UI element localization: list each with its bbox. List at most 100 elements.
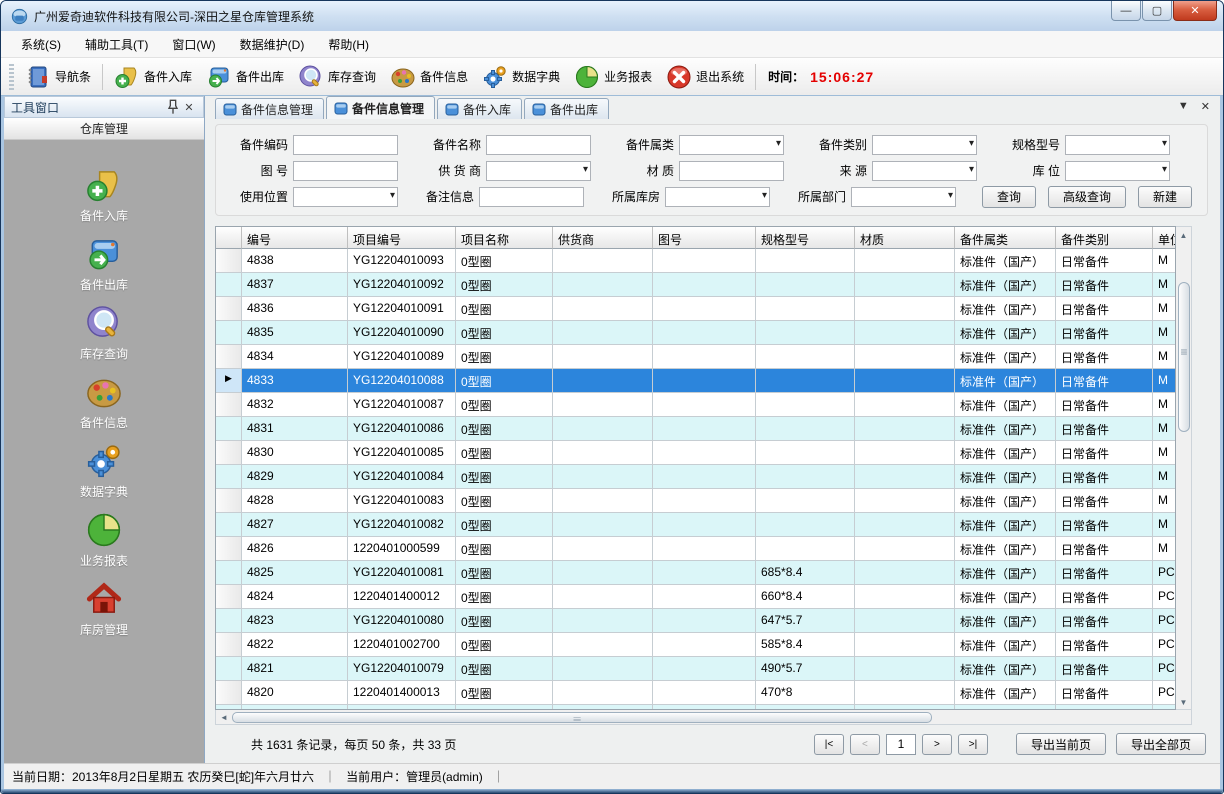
pin-icon[interactable] <box>165 99 181 115</box>
column-header-3[interactable]: 供货商 <box>553 227 653 249</box>
row-selector[interactable] <box>216 561 242 585</box>
toolbar-button-parts-info[interactable]: 备件信息 <box>383 61 475 93</box>
maximize-button[interactable]: ▢ <box>1142 1 1172 21</box>
column-header-9[interactable]: 单位 <box>1153 227 1176 249</box>
minimize-button[interactable]: — <box>1111 1 1141 21</box>
row-selector[interactable] <box>216 417 242 441</box>
table-row[interactable]: 4834YG122040100890型圈标准件（国产）日常备件M <box>216 345 1175 369</box>
advanced-query-button[interactable]: 高级查询 <box>1048 186 1126 208</box>
table-row[interactable]: 482612204010005990型圈标准件（国产）日常备件M <box>216 537 1175 561</box>
tab-3[interactable]: 备件出库 <box>524 98 609 119</box>
table-row[interactable]: 4827YG122040100820型圈标准件（国产）日常备件M <box>216 513 1175 537</box>
column-header-2[interactable]: 项目名称 <box>456 227 553 249</box>
sidebar-item-parts-out[interactable]: 备件出库 <box>4 235 204 304</box>
sidebar-item-report[interactable]: 业务报表 <box>4 511 204 580</box>
row-selector[interactable] <box>216 513 242 537</box>
search-input[interactable] <box>293 135 398 155</box>
table-row[interactable]: 4830YG122040100850型圈标准件（国产）日常备件M <box>216 441 1175 465</box>
menu-item-4[interactable]: 帮助(H) <box>316 32 381 57</box>
search-dropdown[interactable] <box>851 187 956 207</box>
row-selector[interactable] <box>216 681 242 705</box>
menu-item-0[interactable]: 系统(S) <box>9 32 73 57</box>
last-page-button[interactable]: >| <box>958 734 988 755</box>
tab-list-dropdown-icon[interactable]: ▼ <box>1178 100 1189 113</box>
sidebar-group-header[interactable]: 仓库管理 <box>4 118 204 140</box>
toolbar-button-parts-out[interactable]: 备件出库 <box>199 61 291 93</box>
table-row[interactable]: 4835YG122040100900型圈标准件（国产）日常备件M <box>216 321 1175 345</box>
column-header-0[interactable]: 编号 <box>242 227 348 249</box>
next-page-button[interactable]: > <box>922 734 952 755</box>
row-selector[interactable] <box>216 609 242 633</box>
vscroll-thumb[interactable] <box>1178 282 1190 432</box>
sidebar-item-data-dict[interactable]: 数据字典 <box>4 442 204 511</box>
table-row[interactable]: 4823YG122040100800型圈647*5.7标准件（国产）日常备件PC <box>216 609 1175 633</box>
close-button[interactable]: ✕ <box>1173 1 1217 21</box>
toolbar-button-data-dict[interactable]: 数据字典 <box>475 61 567 93</box>
hscroll-thumb[interactable] <box>232 712 932 723</box>
first-page-button[interactable]: |< <box>814 734 844 755</box>
export-current-page-button[interactable]: 导出当前页 <box>1016 733 1106 755</box>
row-selector[interactable] <box>216 441 242 465</box>
scroll-up-icon[interactable]: ▲ <box>1176 227 1191 242</box>
table-row[interactable]: 482212204010027000型圈585*8.4标准件（国产）日常备件PC <box>216 633 1175 657</box>
row-selector[interactable] <box>216 489 242 513</box>
tab-1[interactable]: 备件信息管理 <box>326 96 435 119</box>
row-selector[interactable]: ▶ <box>216 369 242 393</box>
row-selector[interactable] <box>216 249 242 273</box>
column-header-8[interactable]: 备件类别 <box>1056 227 1153 249</box>
table-row[interactable]: 4825YG122040100810型圈685*8.4标准件（国产）日常备件PC <box>216 561 1175 585</box>
prev-page-button[interactable]: < <box>850 734 880 755</box>
tab-0[interactable]: 备件信息管理 <box>215 98 324 119</box>
tab-2[interactable]: 备件入库 <box>437 98 522 119</box>
column-header-4[interactable]: 图号 <box>653 227 756 249</box>
table-row[interactable]: 4837YG122040100920型圈标准件（国产）日常备件M <box>216 273 1175 297</box>
toolbar-button-parts-in[interactable]: 备件入库 <box>107 61 199 93</box>
table-row[interactable]: 4831YG122040100860型圈标准件（国产）日常备件M <box>216 417 1175 441</box>
scroll-down-icon[interactable]: ▼ <box>1176 694 1191 709</box>
table-row[interactable]: 4836YG122040100910型圈标准件（国产）日常备件M <box>216 297 1175 321</box>
close-panel-icon[interactable]: ✕ <box>181 101 197 114</box>
table-row[interactable]: 4838YG122040100930型圈标准件（国产）日常备件M <box>216 249 1175 273</box>
search-dropdown[interactable] <box>872 135 977 155</box>
toolbar-button-exit[interactable]: 退出系统 <box>659 61 751 93</box>
sidebar-item-parts-info[interactable]: 备件信息 <box>4 373 204 442</box>
tab-close-icon[interactable]: ✕ <box>1201 100 1210 113</box>
search-dropdown[interactable] <box>872 161 977 181</box>
horizontal-scrollbar[interactable]: ◄ <box>215 710 1192 725</box>
export-all-pages-button[interactable]: 导出全部页 <box>1116 733 1206 755</box>
table-row[interactable]: 4828YG122040100830型圈标准件（国产）日常备件M <box>216 489 1175 513</box>
search-dropdown[interactable] <box>486 161 591 181</box>
row-selector[interactable] <box>216 393 242 417</box>
row-selector[interactable] <box>216 297 242 321</box>
scroll-left-icon[interactable]: ◄ <box>216 713 232 722</box>
sidebar-item-parts-in[interactable]: 备件入库 <box>4 166 204 235</box>
search-input[interactable] <box>479 187 584 207</box>
search-dropdown[interactable] <box>679 135 784 155</box>
menu-item-1[interactable]: 辅助工具(T) <box>73 32 160 57</box>
new-button[interactable]: 新建 <box>1138 186 1192 208</box>
row-selector[interactable] <box>216 633 242 657</box>
table-row[interactable]: 4821YG122040100790型圈490*5.7标准件（国产）日常备件PC <box>216 657 1175 681</box>
table-row[interactable]: 482012204014000130型圈470*8标准件（国产）日常备件PC <box>216 681 1175 705</box>
row-selector[interactable] <box>216 585 242 609</box>
table-row[interactable]: 482412204014000120型圈660*8.4标准件（国产）日常备件PC <box>216 585 1175 609</box>
vertical-scrollbar[interactable]: ▲ ▼ <box>1176 226 1192 710</box>
toolbar-button-navbar[interactable]: 导航条 <box>18 61 98 93</box>
sidebar-item-warehouse[interactable]: 库房管理 <box>4 580 204 649</box>
menu-item-3[interactable]: 数据维护(D) <box>228 32 317 57</box>
table-row[interactable]: ▶4833YG122040100880型圈标准件（国产）日常备件M <box>216 369 1175 393</box>
page-number-input[interactable] <box>886 734 916 755</box>
row-selector[interactable] <box>216 273 242 297</box>
search-dropdown[interactable] <box>293 187 398 207</box>
search-input[interactable] <box>679 161 784 181</box>
row-selector[interactable] <box>216 345 242 369</box>
search-dropdown[interactable] <box>1065 161 1170 181</box>
row-selector[interactable] <box>216 657 242 681</box>
row-selector[interactable] <box>216 465 242 489</box>
sidebar-item-stock-query[interactable]: 库存查询 <box>4 304 204 373</box>
table-row[interactable]: 4832YG122040100870型圈标准件（国产）日常备件M <box>216 393 1175 417</box>
row-selector[interactable] <box>216 537 242 561</box>
search-input[interactable] <box>293 161 398 181</box>
toolbar-button-report[interactable]: 业务报表 <box>567 61 659 93</box>
search-input[interactable] <box>486 135 591 155</box>
